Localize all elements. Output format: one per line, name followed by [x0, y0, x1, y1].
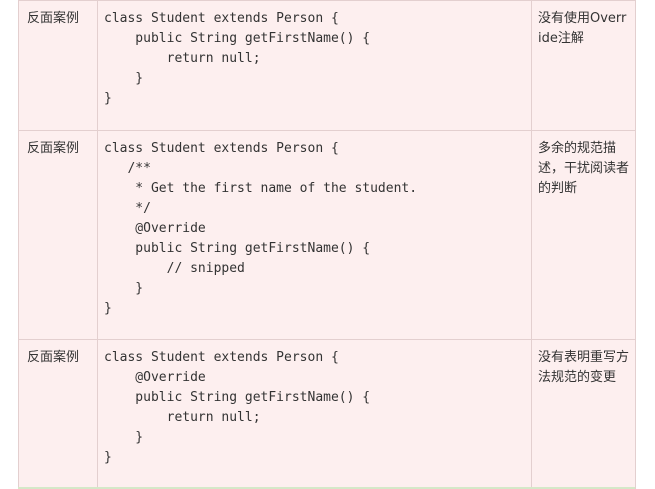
code-block: class Student extends Person { @Override…: [104, 350, 371, 465]
row-label: 反面案例: [27, 11, 80, 26]
row-label: 反面案例: [27, 141, 80, 156]
code-block: class Student extends Person { public St…: [104, 11, 371, 106]
table-row: 反面案例 class Student extends Person { @Ove…: [18, 339, 636, 489]
code-cell: class Student extends Person { @Override…: [97, 339, 532, 489]
label-cell: 反面案例: [18, 339, 98, 489]
table-row: 反面案例 class Student extends Person { /** …: [18, 130, 636, 340]
examples-table: 反面案例 class Student extends Person { publ…: [18, 0, 636, 489]
row-label: 反面案例: [27, 350, 80, 365]
label-cell: 反面案例: [18, 0, 98, 131]
note-cell: 多余的规范描述，干扰阅读者的判断: [531, 130, 636, 340]
note-cell: 没有使用Override注解: [531, 0, 636, 131]
row-note: 没有使用Override注解: [538, 11, 627, 46]
counterexample-table: 反面案例 class Student extends Person { publ…: [18, 0, 636, 489]
code-block: class Student extends Person { /** * Get…: [104, 141, 418, 316]
table-row: 反面案例 class Student extends Person { publ…: [18, 0, 636, 131]
row-note: 没有表明重写方法规范的变更: [538, 350, 630, 385]
code-cell: class Student extends Person { /** * Get…: [97, 130, 532, 340]
label-cell: 反面案例: [18, 130, 98, 340]
code-cell: class Student extends Person { public St…: [97, 0, 532, 131]
row-note: 多余的规范描述，干扰阅读者的判断: [538, 141, 630, 196]
note-cell: 没有表明重写方法规范的变更: [531, 339, 636, 489]
